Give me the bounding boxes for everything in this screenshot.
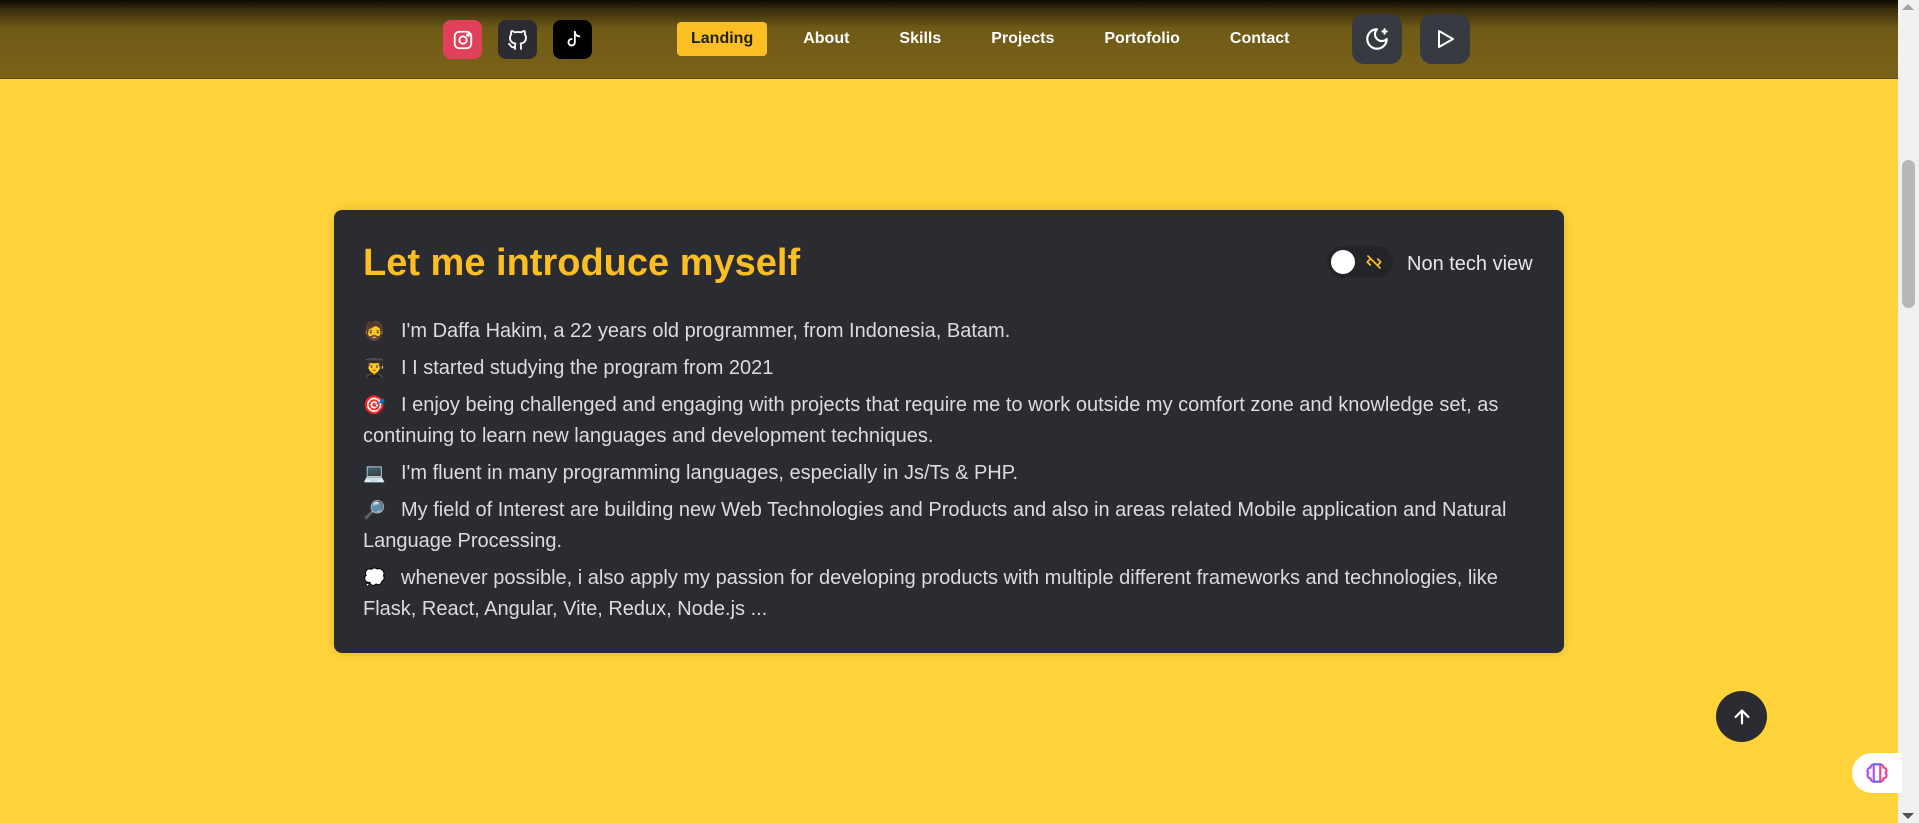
brain-icon: [1866, 763, 1888, 783]
bio-text: I'm fluent in many programming languages…: [401, 462, 1019, 484]
laptop-emoji-icon: 💻: [363, 463, 386, 484]
nav-about[interactable]: About: [789, 22, 863, 56]
list-item: 🧔 I'm Daffa Hakim, a 22 years old program…: [363, 316, 1538, 347]
play-icon: [1438, 30, 1454, 48]
instagram-link[interactable]: [443, 20, 482, 59]
page-scrollbar[interactable]: [1898, 0, 1919, 823]
nav-projects[interactable]: Projects: [977, 22, 1068, 56]
intro-card: Let me introduce myself Non tech view 🧔 I…: [334, 210, 1564, 653]
nav-skills[interactable]: Skills: [885, 22, 955, 56]
arrow-up-icon: [1733, 708, 1750, 725]
bio-text: I'm Daffa Hakim, a 22 years old programm…: [401, 320, 1011, 342]
bio-text: I enjoy being challenged and engaging wi…: [363, 394, 1499, 447]
nav-landing[interactable]: Landing: [677, 22, 768, 56]
top-navbar: Landing About Skills Projects Portofolio…: [0, 0, 1898, 79]
nav-portofolio[interactable]: Portofolio: [1090, 22, 1194, 56]
assistant-button[interactable]: [1852, 753, 1902, 793]
list-item: 💻 I'm fluent in many programming language…: [363, 458, 1538, 489]
list-item: 💭 whenever possible, i also apply my pass…: [363, 563, 1538, 625]
list-item: 🔎 My field of Interest are building new W…: [363, 495, 1538, 557]
toggle-knob: [1331, 250, 1355, 274]
github-link[interactable]: [498, 20, 537, 59]
bio-text: I I started studying the program from 20…: [401, 357, 774, 379]
bio-text: My field of Interest are building new We…: [363, 499, 1507, 552]
tiktok-icon: [567, 30, 580, 46]
instagram-icon: [453, 30, 472, 49]
scroll-to-top-button[interactable]: [1716, 691, 1767, 742]
bio-list: 🧔 I'm Daffa Hakim, a 22 years old program…: [363, 316, 1538, 631]
list-item: 🎯 I enjoy being challenged and engaging w…: [363, 390, 1538, 452]
scroll-up-arrow-icon[interactable]: [1902, 4, 1914, 10]
magnifier-emoji-icon: 🔎: [363, 500, 386, 521]
non-tech-view-label: Non tech view: [1407, 253, 1533, 275]
thought-bubble-emoji-icon: 💭: [363, 568, 386, 589]
play-button[interactable]: [1420, 14, 1470, 64]
code-off-icon: [1366, 255, 1382, 269]
bio-text: whenever possible, i also apply my passi…: [363, 567, 1498, 620]
github-icon: [507, 29, 527, 50]
list-item: 👨‍🎓 I I started studying the program from…: [363, 353, 1538, 384]
scroll-thumb[interactable]: [1902, 160, 1915, 308]
main-nav: Landing About Skills Projects Portofolio…: [677, 22, 1325, 56]
nav-contact[interactable]: Contact: [1216, 22, 1304, 56]
scroll-down-arrow-icon[interactable]: [1902, 813, 1914, 819]
target-emoji-icon: 🎯: [363, 395, 386, 416]
tiktok-link[interactable]: [553, 20, 592, 59]
student-emoji-icon: 👨‍🎓: [363, 358, 386, 379]
non-tech-view-toggle[interactable]: [1327, 246, 1393, 278]
person-emoji-icon: 🧔: [363, 321, 386, 342]
moon-icon: [1366, 28, 1388, 50]
theme-toggle-button[interactable]: [1352, 14, 1402, 64]
intro-title: Let me introduce myself: [363, 242, 801, 284]
